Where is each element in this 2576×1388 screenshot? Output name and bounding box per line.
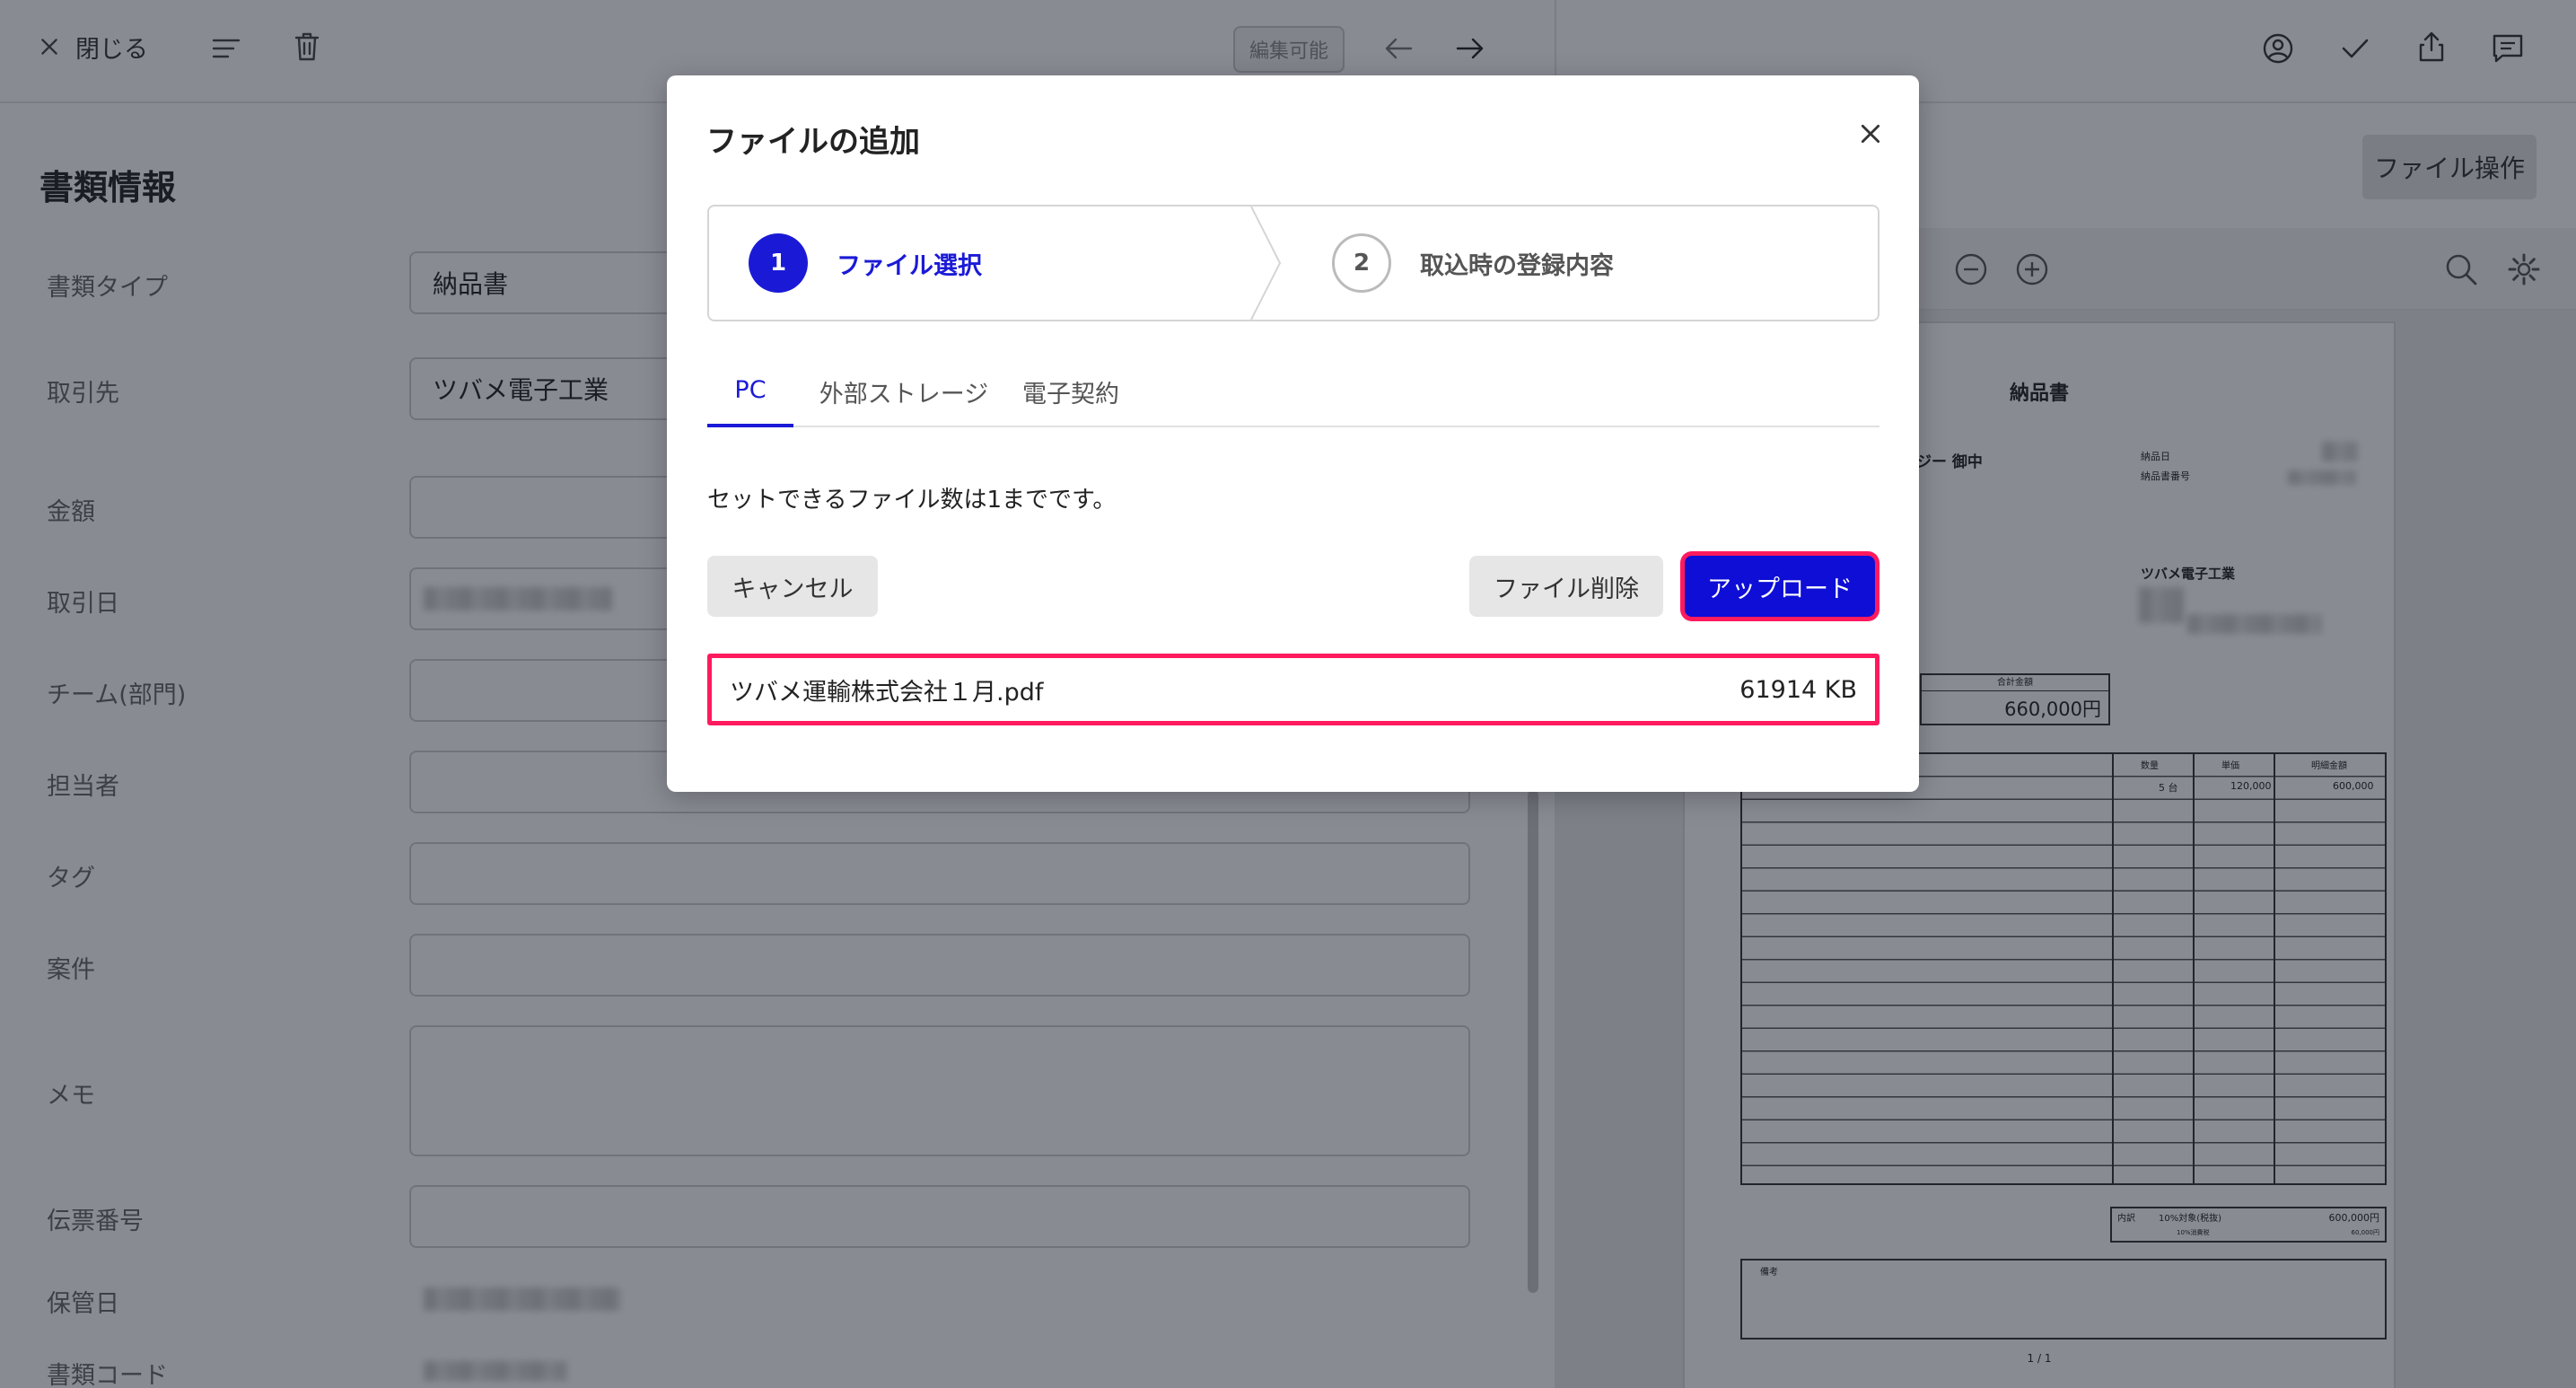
file-limit-info: セットできるファイル数は1までです。 [707,487,1117,514]
source-tabs: PC 外部ストレージ 電子契約 [707,356,1879,427]
tab-external-storage[interactable]: 外部ストレージ [810,356,998,427]
cancel-button[interactable]: キャンセル [707,556,878,617]
modal-title: ファイルの追加 [706,124,920,160]
step-1-label: ファイル選択 [837,251,982,280]
upload-button[interactable]: アップロード [1685,556,1875,617]
selected-file-row: ツバメ運輸株式会社１月.pdf 61914 KB [707,654,1879,725]
step-2: 2 取込時の登録内容 [1332,206,1614,320]
step-2-number: 2 [1332,233,1391,293]
step-indicator: 1 ファイル選択 2 取込時の登録内容 [707,205,1879,321]
file-name: ツバメ運輸株式会社１月.pdf [730,678,1044,707]
tab-pc[interactable]: PC [707,356,793,427]
delete-file-button[interactable]: ファイル削除 [1469,556,1663,617]
tab-e-contract[interactable]: 電子契約 [1014,356,1127,427]
step-2-label: 取込時の登録内容 [1420,251,1614,280]
add-file-modal: ファイルの追加 1 ファイル選択 2 取込時の登録内容 PC 外部ストレージ 電… [667,75,1919,792]
modal-close-button[interactable] [1850,113,1891,154]
step-1: 1 ファイル選択 [749,206,982,320]
step-chevron [1250,206,1282,320]
file-size: 61914 KB [1739,675,1857,704]
step-1-number: 1 [749,233,808,293]
close-icon [1859,122,1882,145]
app-root: 閉じる 編集可能 [0,0,2576,1388]
